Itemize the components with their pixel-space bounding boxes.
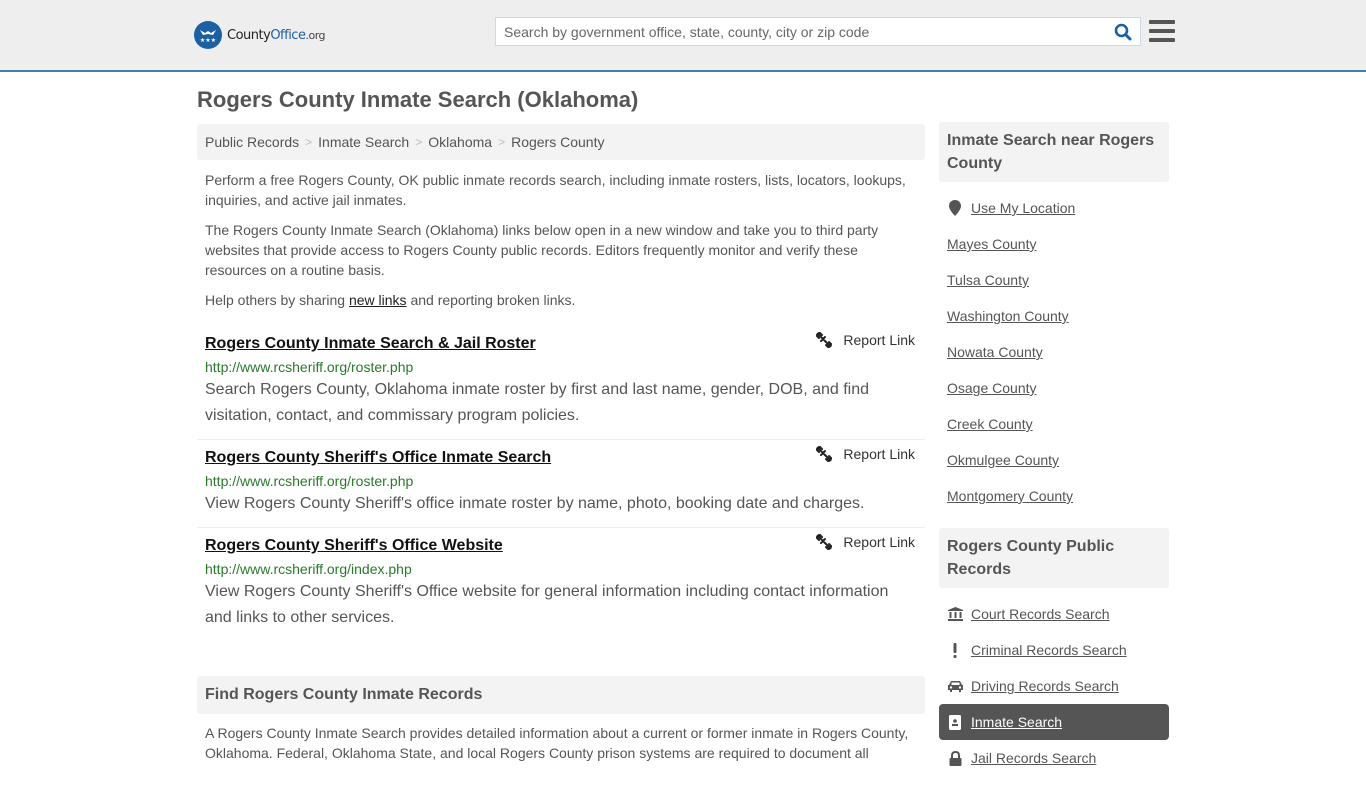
new-links-link[interactable]: new links bbox=[349, 292, 407, 308]
breadcrumb-separator: > bbox=[498, 135, 506, 149]
nearby-county-item: Tulsa County bbox=[939, 262, 1169, 298]
county-link-tulsa[interactable]: Tulsa County bbox=[947, 272, 1029, 288]
result-description: View Rogers County Sheriff's Office webs… bbox=[205, 583, 889, 626]
courthouse-icon bbox=[947, 606, 963, 622]
share-links-paragraph: Help others by sharing new links and rep… bbox=[205, 292, 576, 308]
intro-text: Perform a free Rogers County, OK public … bbox=[205, 170, 920, 320]
sidebar: Inmate Search near Rogers County Use My … bbox=[939, 122, 1169, 790]
broken-link-icon bbox=[816, 331, 833, 349]
nearby-county-item: Montgomery County bbox=[939, 478, 1169, 514]
find-records-heading: Find Rogers County Inmate Records bbox=[197, 676, 925, 714]
report-link-button[interactable]: Report Link bbox=[815, 445, 915, 463]
public-record-item: Court Records Search bbox=[939, 596, 1169, 632]
result-item: Rogers County Sheriff's Office Website h… bbox=[197, 528, 925, 641]
public-record-item: Driving Records Search bbox=[939, 668, 1169, 704]
search-box bbox=[495, 17, 1141, 46]
search-input[interactable] bbox=[496, 18, 1106, 45]
nearby-county-item: Nowata County bbox=[939, 334, 1169, 370]
page-title: Rogers County Inmate Search (Oklahoma) bbox=[197, 87, 639, 112]
map-marker-icon bbox=[947, 200, 963, 216]
use-my-location-link[interactable]: Use My Location bbox=[971, 200, 1075, 216]
result-item: Rogers County Inmate Search & Jail Roste… bbox=[197, 326, 925, 440]
nearby-county-list: Use My Location Mayes County Tulsa Count… bbox=[939, 182, 1169, 528]
public-record-item-active: Inmate Search bbox=[939, 704, 1169, 740]
breadcrumb: Public Records > Inmate Search > Oklahom… bbox=[197, 124, 925, 160]
results-list: Rogers County Inmate Search & Jail Roste… bbox=[197, 326, 925, 641]
hamburger-menu-icon[interactable] bbox=[1149, 18, 1175, 44]
id-badge-icon bbox=[947, 714, 963, 730]
nearby-county-item: Osage County bbox=[939, 370, 1169, 406]
nearby-county-item: Creek County bbox=[939, 406, 1169, 442]
find-records-text: A Rogers County Inmate Search provides d… bbox=[205, 725, 909, 761]
result-item: Rogers County Sheriff's Office Inmate Se… bbox=[197, 440, 925, 528]
intro-paragraph: Perform a free Rogers County, OK public … bbox=[205, 172, 906, 208]
report-link-button[interactable]: Report Link bbox=[815, 331, 915, 349]
svg-text:★★★: ★★★ bbox=[200, 37, 216, 44]
breadcrumb-inmate-search[interactable]: Inmate Search bbox=[318, 134, 409, 150]
public-record-item: Criminal Records Search bbox=[939, 632, 1169, 668]
breadcrumb-oklahoma[interactable]: Oklahoma bbox=[428, 134, 492, 150]
eagle-logo-icon: ★★★ bbox=[194, 21, 222, 49]
search-icon[interactable] bbox=[1106, 18, 1140, 45]
breadcrumb-public-records[interactable]: Public Records bbox=[205, 134, 299, 150]
lock-icon bbox=[947, 750, 963, 766]
county-link-washington[interactable]: Washington County bbox=[947, 308, 1069, 324]
nearby-county-item: Okmulgee County bbox=[939, 442, 1169, 478]
nearby-county-item: Washington County bbox=[939, 298, 1169, 334]
result-url[interactable]: http://www.rcsheriff.org/roster.php bbox=[205, 357, 917, 377]
logo-text: CountyOffice.org bbox=[227, 27, 326, 43]
inmate-search-link[interactable]: Inmate Search bbox=[971, 714, 1062, 730]
result-description: View Rogers County Sheriff's office inma… bbox=[205, 495, 865, 512]
result-title-link[interactable]: Rogers County Sheriff's Office Website bbox=[205, 535, 917, 557]
county-link-osage[interactable]: Osage County bbox=[947, 380, 1037, 396]
car-icon bbox=[947, 678, 963, 694]
county-link-montgomery[interactable]: Montgomery County bbox=[947, 488, 1073, 504]
nearby-county-item: Mayes County bbox=[939, 226, 1169, 262]
public-records-heading: Rogers County Public Records bbox=[939, 528, 1169, 588]
breadcrumb-rogers-county[interactable]: Rogers County bbox=[511, 134, 604, 150]
county-link-okmulgee[interactable]: Okmulgee County bbox=[947, 452, 1059, 468]
county-link-mayes[interactable]: Mayes County bbox=[947, 236, 1036, 252]
county-link-creek[interactable]: Creek County bbox=[947, 416, 1033, 432]
broken-link-icon bbox=[816, 533, 833, 551]
nearby-heading: Inmate Search near Rogers County bbox=[939, 122, 1169, 182]
result-title-link[interactable]: Rogers County Inmate Search & Jail Roste… bbox=[205, 333, 917, 355]
court-records-link[interactable]: Court Records Search bbox=[971, 606, 1110, 622]
result-url[interactable]: http://www.rcsheriff.org/index.php bbox=[205, 559, 917, 579]
site-header: ★★★ CountyOffice.org bbox=[0, 0, 1366, 72]
criminal-records-link[interactable]: Criminal Records Search bbox=[971, 642, 1127, 658]
result-description: Search Rogers County, Oklahoma inmate ro… bbox=[205, 381, 870, 424]
broken-link-icon bbox=[816, 445, 833, 463]
use-my-location-item: Use My Location bbox=[939, 190, 1169, 226]
breadcrumb-separator: > bbox=[415, 135, 423, 149]
public-records-list: Court Records Search Criminal Records Se… bbox=[939, 588, 1169, 790]
jail-records-link[interactable]: Jail Records Search bbox=[971, 750, 1096, 766]
intro-paragraph: The Rogers County Inmate Search (Oklahom… bbox=[205, 222, 879, 278]
public-record-item: Jail Records Search bbox=[939, 740, 1169, 776]
report-link-button[interactable]: Report Link bbox=[815, 533, 915, 551]
county-link-nowata[interactable]: Nowata County bbox=[947, 344, 1043, 360]
exclamation-icon bbox=[947, 642, 963, 658]
result-title-link[interactable]: Rogers County Sheriff's Office Inmate Se… bbox=[205, 447, 917, 469]
driving-records-link[interactable]: Driving Records Search bbox=[971, 678, 1119, 694]
result-url[interactable]: http://www.rcsheriff.org/roster.php bbox=[205, 471, 917, 491]
breadcrumb-separator: > bbox=[305, 135, 313, 149]
site-logo[interactable]: ★★★ CountyOffice.org bbox=[194, 21, 326, 49]
